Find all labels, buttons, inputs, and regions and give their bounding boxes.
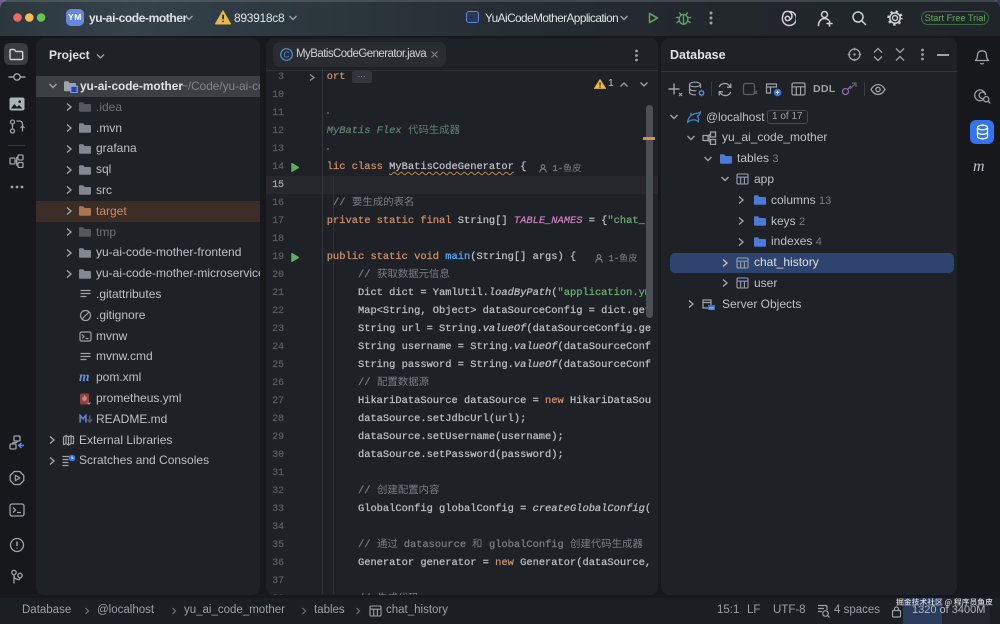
svg-text:C: C (283, 50, 289, 60)
